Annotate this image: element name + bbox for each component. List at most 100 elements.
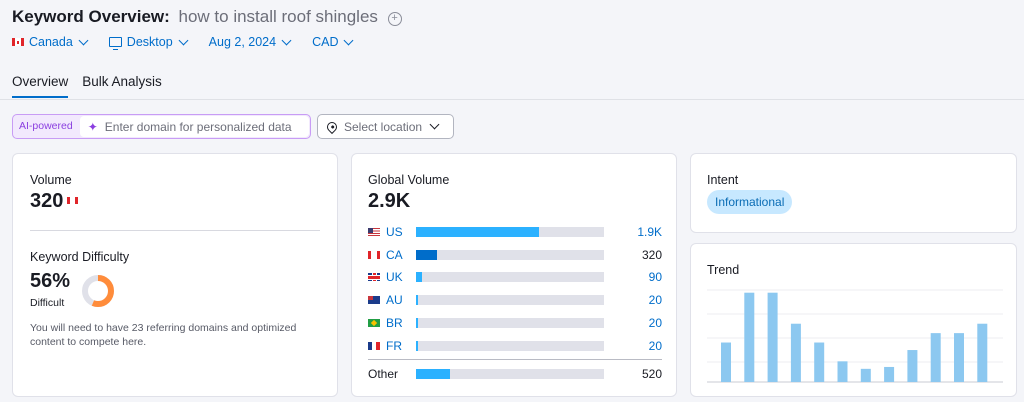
- other-bar-fill: [416, 369, 450, 379]
- tab-divider: [0, 99, 1024, 100]
- kd-title: Keyword Difficulty: [30, 250, 130, 264]
- global-volume-value: 2.9K: [368, 190, 411, 212]
- country-bar-track: [416, 227, 604, 237]
- country-code[interactable]: UK: [386, 270, 416, 284]
- date-label: Aug 2, 2024: [208, 35, 277, 49]
- global-volume-title: Global Volume: [368, 173, 450, 187]
- desktop-icon: [108, 37, 122, 50]
- card-divider: [30, 230, 320, 231]
- domain-input[interactable]: ✦ Enter domain for personalized data: [79, 116, 309, 137]
- location-pin-icon: [324, 119, 340, 134]
- trend-bar[interactable]: [767, 292, 778, 382]
- device-dropdown[interactable]: Desktop: [108, 35, 189, 50]
- country-row-us: US 1.9K: [368, 224, 662, 240]
- trend-bar[interactable]: [977, 323, 988, 382]
- country-row-uk: UK 90: [368, 269, 662, 285]
- country-code[interactable]: BR: [386, 316, 416, 330]
- country-bar-fill: [416, 340, 418, 351]
- trend-bar[interactable]: [721, 342, 731, 382]
- au-flag-icon: [368, 296, 380, 305]
- country-code[interactable]: FR: [386, 339, 416, 353]
- canada-flag-icon: [12, 38, 24, 46]
- filter-bar: Canada Desktop Aug 2, 2024 CAD: [12, 35, 374, 50]
- kd-donut-chart: [82, 275, 114, 307]
- country-code[interactable]: US: [386, 225, 416, 239]
- country-row-other: Other 520: [368, 366, 662, 382]
- country-bar-fill: [416, 272, 422, 283]
- location-select[interactable]: Select location: [317, 114, 454, 139]
- plus-circle-icon[interactable]: +: [387, 12, 402, 26]
- country-bar-fill: [416, 295, 418, 306]
- country-bar-track: [416, 249, 604, 260]
- kd-description: You will need to have 23 referring domai…: [30, 322, 297, 348]
- country-bar-track: [416, 340, 604, 351]
- country-row-fr: FR 20: [368, 338, 662, 354]
- trend-card: Trend: [690, 243, 1017, 397]
- other-label: Other: [368, 367, 399, 381]
- us-flag-icon: [368, 228, 380, 236]
- chevron-down-icon: [429, 119, 440, 130]
- trend-bar[interactable]: [954, 333, 964, 382]
- canada-flag-icon: [67, 197, 79, 204]
- chevron-down-icon: [344, 35, 354, 45]
- other-value: 520: [641, 367, 662, 381]
- intent-card: Intent Informational: [690, 153, 1017, 233]
- keyword-text: how to install roof shingles: [178, 7, 378, 26]
- trend-title: Trend: [707, 263, 740, 277]
- global-volume-card: Global Volume 2.9K US 1.9K CA 320 UK 90 AU 20 BR…: [351, 153, 677, 397]
- tab-bar: Overview Bulk Analysis: [12, 74, 176, 98]
- trend-bar[interactable]: [814, 342, 825, 382]
- other-bar-track: [416, 369, 604, 379]
- country-row-ca: CA 320: [368, 247, 662, 263]
- country-code[interactable]: CA: [386, 248, 416, 262]
- sparkle-icon: ✦: [87, 119, 98, 134]
- trend-bar[interactable]: [930, 333, 941, 382]
- title-prefix: Keyword Overview:: [12, 7, 170, 26]
- fr-flag-icon: [368, 341, 380, 350]
- volume-value-row: 320: [30, 190, 79, 213]
- country-bar-fill: [416, 227, 540, 237]
- ca-flag-icon: [368, 250, 380, 259]
- country-row-au: AU 20: [368, 292, 662, 308]
- country-volume[interactable]: 20: [604, 293, 662, 307]
- trend-bar[interactable]: [860, 368, 871, 382]
- other-divider: [368, 359, 662, 360]
- country-volume[interactable]: 320: [604, 248, 662, 262]
- page-title: Keyword Overview: how to install roof sh…: [12, 7, 402, 27]
- country-bar-track: [416, 295, 604, 306]
- country-bar-fill: [416, 317, 418, 328]
- country-label: Canada: [29, 35, 73, 49]
- kd-value: 56%: [30, 270, 71, 292]
- date-dropdown[interactable]: Aug 2, 2024: [208, 35, 292, 49]
- volume-title: Volume: [30, 173, 72, 187]
- kd-label: Difficult: [30, 297, 65, 309]
- country-volume[interactable]: 20: [604, 339, 662, 353]
- country-dropdown[interactable]: Canada: [12, 35, 89, 49]
- trend-bar-chart: [707, 289, 1003, 383]
- trend-bar[interactable]: [884, 366, 895, 382]
- device-label: Desktop: [126, 35, 173, 49]
- intent-badge: Informational: [707, 190, 793, 214]
- trend-bar[interactable]: [907, 350, 918, 382]
- domain-input-placeholder: Enter domain for personalized data: [104, 119, 292, 134]
- tab-overview[interactable]: Overview: [12, 74, 69, 98]
- country-volume[interactable]: 1.9K: [604, 225, 662, 239]
- trend-bar[interactable]: [837, 361, 848, 382]
- ai-powered-badge: AI-powered: [19, 120, 73, 132]
- country-bar-track: [416, 272, 604, 283]
- br-flag-icon: [368, 318, 380, 327]
- volume-card: Volume 320 Keyword Difficulty 56% Diffic…: [12, 153, 338, 397]
- country-volume[interactable]: 20: [604, 316, 662, 330]
- country-volume[interactable]: 90: [604, 270, 662, 284]
- currency-label: CAD: [312, 35, 339, 49]
- country-code[interactable]: AU: [386, 293, 416, 307]
- intent-title: Intent: [707, 173, 739, 187]
- chevron-down-icon: [178, 35, 189, 45]
- uk-flag-icon: [368, 273, 380, 282]
- trend-bar[interactable]: [790, 323, 801, 382]
- trend-bar[interactable]: [744, 292, 755, 382]
- chevron-down-icon: [281, 35, 292, 45]
- volume-value: 320: [30, 190, 64, 212]
- tab-bulk-analysis[interactable]: Bulk Analysis: [82, 74, 162, 98]
- currency-dropdown[interactable]: CAD: [312, 35, 354, 49]
